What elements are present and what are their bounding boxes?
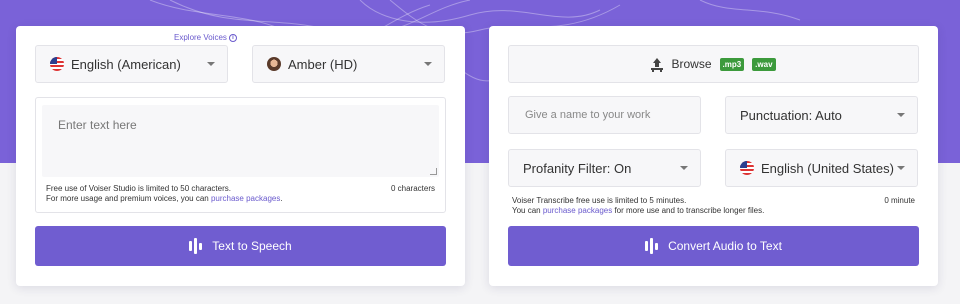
transcribe-language-select[interactable]: English (United States) [725,149,918,187]
usage-notice-prefix: For more usage and premium voices, you c… [46,194,211,203]
language-select-value: English (American) [71,56,181,72]
voice-select[interactable]: Amber (HD) [252,45,445,83]
minute-counter: 0 minute [884,196,915,205]
us-flag-icon [740,161,754,175]
punctuation-select[interactable]: Punctuation: Auto [725,96,918,134]
purchase-packages-link[interactable]: purchase packages [211,194,280,203]
text-to-speech-label: Text to Speech [212,239,292,253]
profanity-filter-select[interactable]: Profanity Filter: On [508,149,701,187]
chevron-down-icon [680,166,688,170]
chevron-down-icon [897,166,905,170]
work-name-placeholder: Give a name to your work [525,109,651,121]
chevron-down-icon [207,62,215,66]
text-input[interactable]: Enter text here [42,105,439,177]
text-to-speech-card: Explore Voices i English (American) Ambe… [16,26,465,286]
speech-to-text-card: Browse .mp3 .wav Give a name to your wor… [489,26,938,286]
resize-handle-icon[interactable] [430,168,437,175]
info-icon: i [228,33,237,42]
explore-voices-label: Explore Voices [174,33,227,42]
convert-audio-button[interactable]: Convert Audio to Text [508,226,919,266]
transcribe-notice-line1: Voiser Transcribe free use is limited to… [512,196,687,205]
profanity-filter-value: Profanity Filter: On [523,160,632,176]
us-flag-icon [50,57,64,71]
purchase-packages-link[interactable]: purchase packages [543,206,612,215]
punctuation-select-value: Punctuation: Auto [740,107,842,123]
work-name-input[interactable]: Give a name to your work [508,96,701,134]
usage-notice-suffix: . [280,194,283,203]
convert-audio-label: Convert Audio to Text [668,239,782,253]
text-to-speech-button[interactable]: Text to Speech [35,226,446,266]
upload-icon [651,58,664,70]
voice-select-value: Amber (HD) [288,56,358,72]
chevron-down-icon [424,62,432,66]
explore-voices-link[interactable]: Explore Voices i [174,33,237,42]
language-select[interactable]: English (American) [35,45,228,83]
usage-notice: Free use of Voiser Studio is limited to … [46,184,346,204]
character-counter: 0 characters [390,184,435,193]
sound-wave-icon [189,238,203,254]
browse-label: Browse [671,57,712,71]
format-badge-mp3: .mp3 [719,57,745,71]
text-input-panel: Enter text here Free use of Voiser Studi… [35,97,446,213]
transcribe-notice-suffix: for more use and to transcribe longer fi… [612,206,765,215]
chevron-down-icon [897,113,905,117]
format-badge-wav: .wav [752,57,776,71]
browse-upload-button[interactable]: Browse .mp3 .wav [508,45,919,83]
text-input-placeholder: Enter text here [58,118,137,132]
transcribe-notice-prefix: You can [512,206,543,215]
transcribe-usage-notice: Voiser Transcribe free use is limited to… [512,196,832,216]
transcribe-language-value: English (United States) [761,160,894,176]
sound-wave-icon [645,238,659,254]
usage-notice-line1: Free use of Voiser Studio is limited to … [46,184,231,193]
avatar-icon [267,57,281,71]
